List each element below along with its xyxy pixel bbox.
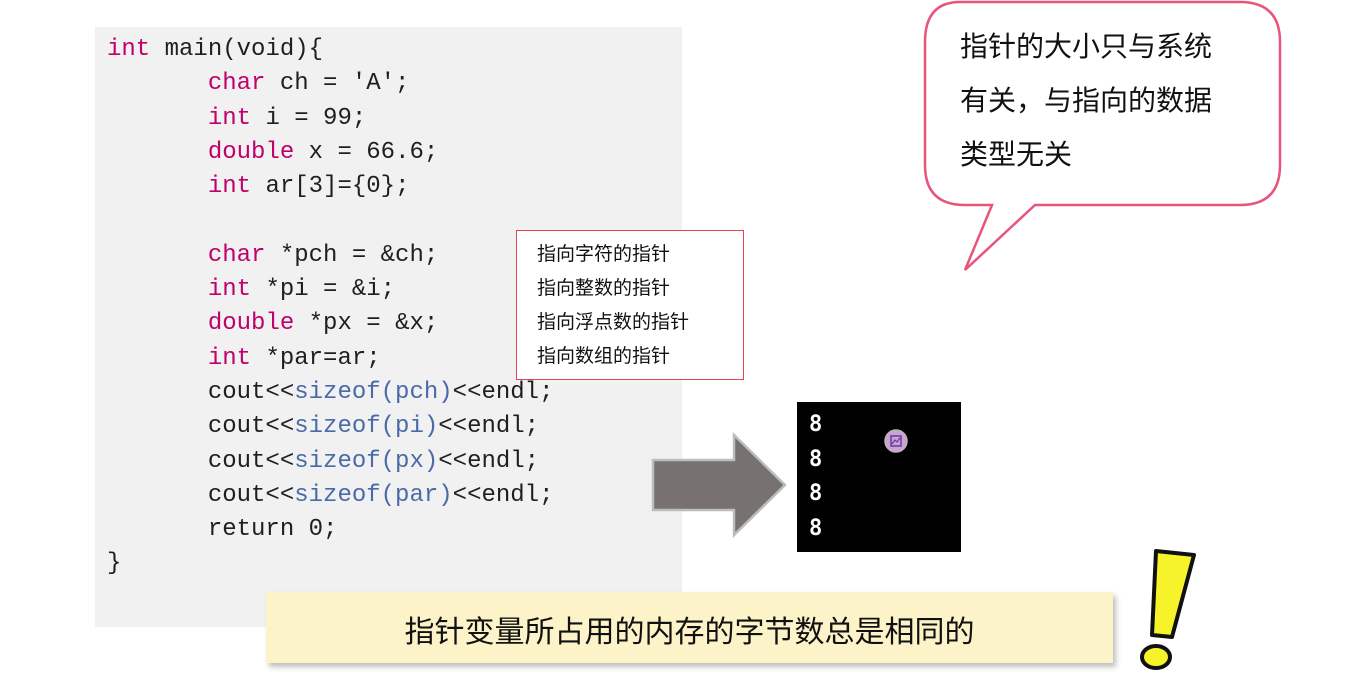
code-keyword: int bbox=[207, 104, 252, 132]
code-line: double *px = &x; bbox=[107, 307, 554, 341]
code-line: int *pi = &i; bbox=[107, 273, 554, 307]
code-text: main(void){ bbox=[150, 36, 324, 63]
image-cursor-icon bbox=[884, 429, 908, 453]
code-text: cout<< bbox=[107, 378, 295, 406]
code-function: sizeof(pi) bbox=[294, 413, 439, 441]
code-text: <<endl; bbox=[438, 413, 540, 441]
console-line: 8 bbox=[809, 515, 823, 541]
code-block: int main(void){ char ch = 'A'; int i = 9… bbox=[107, 33, 554, 582]
code-text: *px = &x; bbox=[294, 310, 439, 338]
console-line: 8 bbox=[809, 412, 823, 437]
code-text: } bbox=[107, 550, 122, 578]
code-function: sizeof(px) bbox=[294, 447, 439, 475]
code-keyword: int bbox=[207, 344, 252, 372]
code-text: ch = 'A'; bbox=[265, 70, 410, 98]
code-keyword: double bbox=[207, 138, 295, 166]
code-function: sizeof(pch) bbox=[294, 378, 453, 406]
code-text: <<endl; bbox=[438, 447, 540, 475]
code-text: cout<< bbox=[107, 481, 295, 509]
code-keyword: char bbox=[207, 70, 266, 98]
code-text: <<endl; bbox=[452, 378, 554, 406]
code-line: cout<<sizeof(par)<<endl; bbox=[107, 479, 554, 513]
annotation-item: 指向浮点数的指针 bbox=[537, 311, 690, 333]
code-text: return 0; bbox=[107, 516, 338, 544]
code-line: int ar[3]={0}; bbox=[107, 170, 554, 204]
code-line: cout<<sizeof(pch)<<endl; bbox=[107, 376, 554, 410]
code-line: } bbox=[107, 547, 554, 581]
bubble-line: 指针的大小只与系统 bbox=[960, 30, 1213, 63]
code-line: cout<<sizeof(pi)<<endl; bbox=[107, 410, 554, 444]
code-text: i = 99; bbox=[251, 104, 367, 132]
code-line: char ch = 'A'; bbox=[107, 67, 554, 101]
speech-bubble-text: 指针的大小只与系统 有关，与指向的数据 类型无关 bbox=[960, 20, 1260, 182]
code-keyword: double bbox=[207, 310, 295, 338]
console-output: 8 8 8 8 bbox=[797, 402, 961, 552]
code-line: cout<<sizeof(px)<<endl; bbox=[107, 445, 554, 479]
code-line: double x = 66.6; bbox=[107, 136, 554, 170]
banner-text: 指针变量所占用的内存的字节数总是相同的 bbox=[404, 615, 975, 650]
console-line: 8 bbox=[809, 481, 823, 506]
annotation-item: 指向整数的指针 bbox=[537, 277, 671, 299]
bubble-line: 类型无关 bbox=[960, 138, 1073, 171]
right-arrow-icon bbox=[650, 432, 790, 538]
code-text: <<endl; bbox=[452, 481, 554, 509]
code-keyword: char bbox=[207, 241, 266, 269]
code-text: *pi = &i; bbox=[251, 276, 396, 304]
code-keyword: int bbox=[107, 36, 151, 63]
code-text: cout<< bbox=[107, 413, 295, 441]
code-line: int *par=ar; bbox=[107, 342, 554, 376]
code-text: *par=ar; bbox=[251, 344, 381, 372]
code-line: int i = 99; bbox=[107, 102, 554, 136]
pointer-annotations: 指向字符的指针 指向整数的指针 指向浮点数的指针 指向数组的指针 bbox=[516, 230, 744, 380]
bubble-line: 有关，与指向的数据 bbox=[960, 84, 1213, 117]
code-keyword: int bbox=[207, 276, 252, 304]
code-keyword: int bbox=[207, 173, 252, 201]
code-function: sizeof(par) bbox=[294, 481, 453, 509]
code-text: cout<< bbox=[107, 447, 295, 475]
annotation-item: 指向字符的指针 bbox=[537, 243, 671, 265]
code-text: *pch = &ch; bbox=[265, 241, 439, 269]
code-line: int main(void){ bbox=[107, 33, 554, 67]
exclamation-icon bbox=[1128, 545, 1208, 675]
code-text: ar[3]={0}; bbox=[251, 173, 410, 201]
code-text: x = 66.6; bbox=[294, 138, 439, 166]
annotation-item: 指向数组的指针 bbox=[537, 345, 671, 367]
code-line: char *pch = &ch; bbox=[107, 239, 554, 273]
console-line: 8 bbox=[809, 446, 823, 472]
code-line: return 0; bbox=[107, 513, 554, 547]
conclusion-banner: 指针变量所占用的内存的字节数总是相同的 bbox=[266, 592, 1113, 663]
